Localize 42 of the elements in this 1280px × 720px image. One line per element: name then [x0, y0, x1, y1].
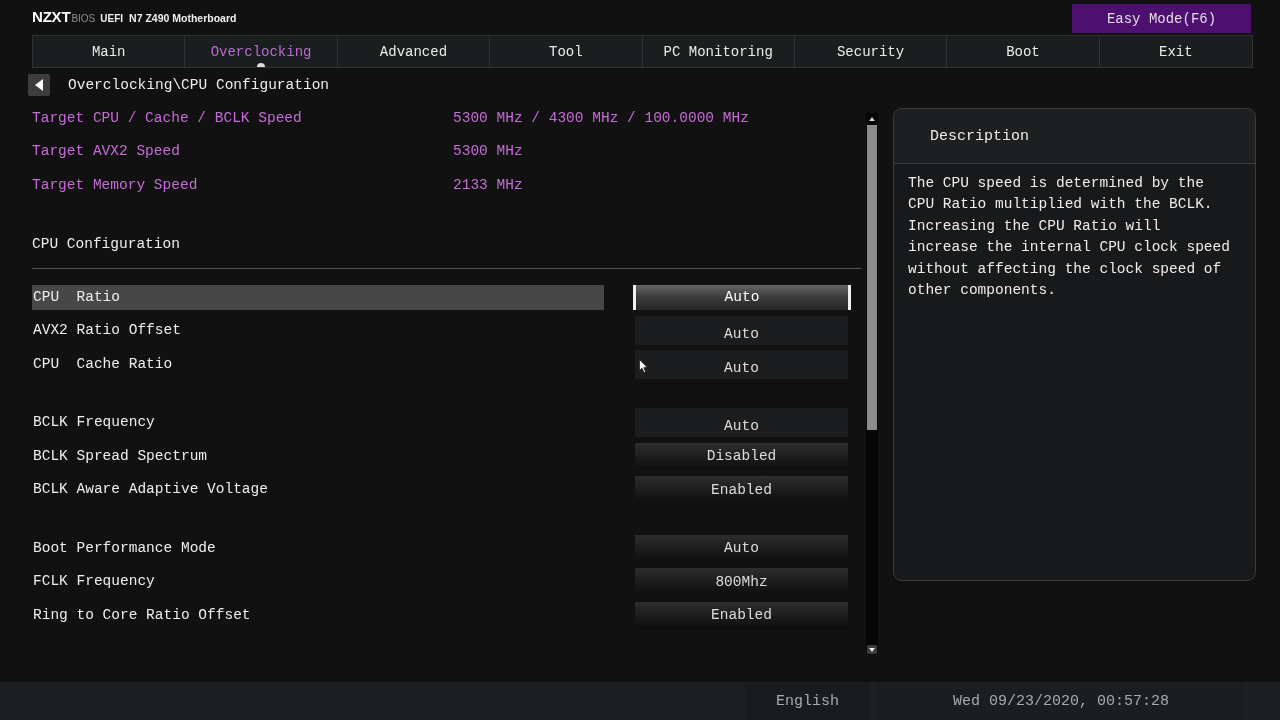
- menu-tab[interactable]: Security: [794, 36, 948, 67]
- easy-mode-button[interactable]: Easy Mode(F6): [1072, 4, 1251, 33]
- menu-tab[interactable]: Boot: [947, 36, 1100, 67]
- setting-label[interactable]: BCLK Spread Spectrum: [32, 443, 604, 469]
- setting-label[interactable]: AVX2 Ratio Offset: [32, 318, 604, 344]
- value-field[interactable]: Auto: [635, 349, 848, 379]
- description-title: Description: [930, 127, 1030, 145]
- product-label: BIOS: [71, 13, 96, 24]
- menu-tab[interactable]: Exit: [1099, 36, 1252, 67]
- target-label: Target CPU / Cache / BCLK Speed: [32, 109, 303, 126]
- breadcrumb-path: Overclocking\CPU Configuration: [68, 76, 330, 93]
- language-selector[interactable]: English: [745, 682, 870, 720]
- mouse-pointer-icon: [639, 359, 648, 373]
- value-field[interactable]: Auto: [635, 408, 848, 438]
- value-field[interactable]: Auto: [635, 316, 848, 346]
- setting-label[interactable]: BCLK Aware Adaptive Voltage: [32, 477, 604, 503]
- setting-label[interactable]: CPU Cache Ratio: [32, 351, 604, 377]
- section-heading: CPU Configuration: [32, 234, 180, 254]
- target-label: Target AVX2 Speed: [32, 143, 181, 160]
- board-name: N7 Z490 Motherboard: [129, 12, 237, 24]
- brand-logo: NZXT: [32, 8, 71, 25]
- setting-label[interactable]: Ring to Core Ratio Offset: [32, 602, 604, 628]
- menu-tab[interactable]: Overclocking: [185, 36, 338, 67]
- tab-indicator-icon: [257, 63, 266, 67]
- caret-left-icon: [35, 78, 43, 91]
- setting-label[interactable]: FCLK Frequency: [32, 569, 604, 595]
- menu-tab[interactable]: Main: [33, 36, 186, 67]
- target-value: 5300 MHz: [453, 143, 523, 160]
- setting-label[interactable]: BCLK Frequency: [32, 410, 604, 436]
- back-button[interactable]: [28, 73, 50, 96]
- menu-tab[interactable]: Advanced: [337, 36, 491, 67]
- description-text: The CPU speed is determined by the CPU Ratio multiplied with the BCLK. Increasing the CPU Ratio will increase the internal CPU clock speed without affecting the clock speed of other components.: [907, 174, 1231, 301]
- target-label: Target Memory Speed: [32, 176, 199, 193]
- target-value: 2133 MHz: [453, 176, 523, 193]
- target-value: 5300 MHz / 4300 MHz / 100.0000 MHz: [453, 109, 749, 126]
- menu-tab[interactable]: PC Monitoring: [642, 36, 795, 67]
- setting-label[interactable]: Boot Performance Mode: [32, 535, 604, 561]
- menu-tab[interactable]: Tool: [490, 36, 643, 67]
- setting-label[interactable]: CPU Ratio: [32, 284, 604, 310]
- scrollbar[interactable]: [866, 113, 878, 655]
- firmware-label: UEFI: [100, 13, 124, 24]
- value-field[interactable]: Auto: [633, 284, 851, 310]
